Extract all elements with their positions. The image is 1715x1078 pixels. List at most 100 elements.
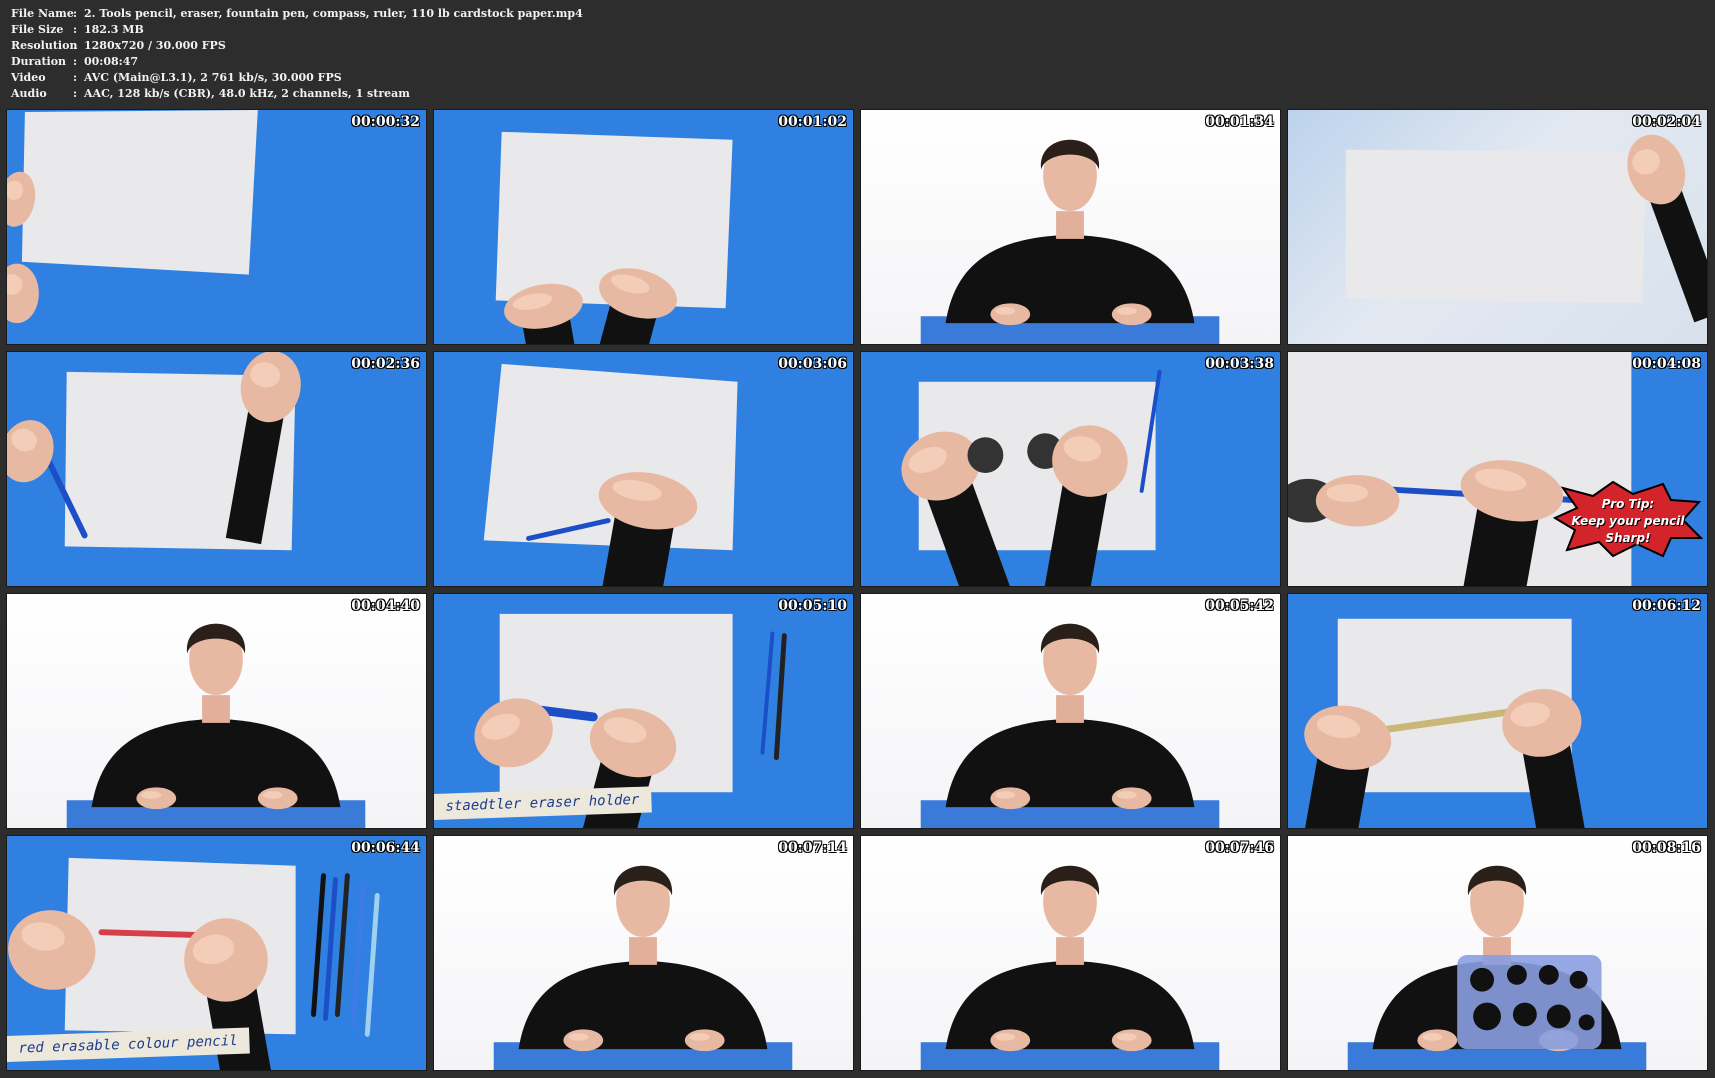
video-thumbnail[interactable]: 00:03:06 [433, 351, 854, 587]
hand [990, 787, 1031, 810]
video-thumbnail[interactable]: 00:02:36 [6, 351, 427, 587]
thumbnail-scene [1294, 618, 1593, 828]
video-thumbnail[interactable]: 00:06:44 red erasable colour pencil [6, 835, 427, 1071]
pencil [773, 633, 787, 761]
thumbnail-timestamp: 00:00:32 [351, 114, 420, 130]
thumbnail-timestamp: 00:02:36 [351, 356, 420, 372]
info-separator: : [73, 87, 78, 100]
info-label: Video [11, 71, 46, 84]
hand [7, 263, 39, 324]
info-value: 2. Tools pencil, eraser, fountain pen, c… [84, 7, 583, 20]
pro-tip-line: Pro Tip: [1601, 497, 1655, 511]
paper-sheet [1345, 149, 1647, 304]
info-label: Audio [11, 87, 47, 100]
hand [1417, 1029, 1458, 1052]
thumbnail-scene [901, 369, 1162, 586]
presenter-neck [1056, 695, 1084, 723]
pencil [350, 883, 366, 1027]
pro-tip-badge: Pro Tip: Keep your pencil Sharp! [1553, 480, 1703, 558]
info-label: Resolution [11, 39, 78, 52]
info-value: 00:08:47 [84, 55, 139, 68]
pro-tip-line: Keep your pencil Sharp! [1571, 514, 1685, 545]
thumbnail-timestamp: 00:05:10 [778, 598, 847, 614]
video-thumbnail[interactable]: 00:07:14 [433, 835, 854, 1071]
template-hole [1538, 964, 1559, 985]
sharpener-part [967, 437, 1004, 473]
template-hole [1569, 970, 1588, 989]
info-separator: : [73, 23, 78, 36]
pencil [760, 631, 775, 755]
presenter-body [945, 960, 1195, 1050]
template-hole [1578, 1014, 1595, 1031]
presenter-neck [202, 695, 230, 723]
thumbnail-scene [493, 865, 793, 1070]
hand [563, 1029, 604, 1052]
thumbnail-scene [7, 352, 301, 551]
thumbnail-timestamp: 00:01:02 [778, 114, 847, 130]
presenter-body [945, 718, 1195, 808]
thumbnail-scene [7, 110, 258, 324]
thumbnail-timestamp: 00:02:04 [1632, 114, 1701, 130]
info-separator: : [73, 55, 78, 68]
video-thumbnail[interactable]: 00:05:10 staedtler eraser holder [433, 593, 854, 829]
hand [136, 787, 177, 810]
info-value: 1280x720 / 30.000 FPS [84, 39, 226, 52]
template-hole [1546, 1004, 1571, 1029]
thumbnail-scene [66, 623, 366, 828]
video-thumbnail[interactable]: 00:07:46 [860, 835, 1281, 1071]
thumbnail-timestamp: 00:06:12 [1632, 598, 1701, 614]
info-separator: : [73, 71, 78, 84]
video-thumbnail[interactable]: 00:02:04 [1287, 109, 1708, 345]
pencil [311, 873, 326, 1017]
video-thumbnail[interactable]: 00:06:12 [1287, 593, 1708, 829]
pencil [364, 893, 380, 1037]
video-thumbnail[interactable]: 00:04:40 [6, 593, 427, 829]
thumbnail-timestamp: 00:07:46 [1205, 840, 1274, 856]
info-row-duration: Duration : 00:08:47 [11, 54, 583, 70]
template-hole [1512, 1002, 1537, 1027]
hand [1111, 303, 1152, 326]
info-row-file-name: File Name : 2. Tools pencil, eraser, fou… [11, 6, 583, 22]
hand [257, 787, 298, 810]
info-label: File Name [11, 7, 74, 20]
info-separator: : [73, 7, 78, 20]
video-thumbnail[interactable]: 00:00:32 [6, 109, 427, 345]
hand [990, 303, 1031, 326]
thumbnail-scene [483, 363, 738, 586]
hand [1315, 474, 1400, 527]
presenter-body [91, 718, 341, 808]
paper-sheet [21, 110, 258, 275]
pro-tip-text: Pro Tip: Keep your pencil Sharp! [1553, 496, 1703, 547]
thumbnail-scene [1345, 134, 1707, 323]
thumbnail-scene [1347, 865, 1647, 1070]
thumbnail-timestamp: 00:07:14 [778, 840, 847, 856]
info-row-file-size: File Size : 182.3 MB [11, 22, 583, 38]
video-thumbnail[interactable]: 00:01:34 [860, 109, 1281, 345]
hand [684, 1029, 725, 1052]
template-hole [1506, 964, 1527, 985]
thumbnail-timestamp: 00:03:38 [1205, 356, 1274, 372]
info-row-resolution: Resolution : 1280x720 / 30.000 FPS [11, 38, 583, 54]
video-thumbnail[interactable]: 00:01:02 [433, 109, 854, 345]
pencil [334, 873, 350, 1017]
thumbnail-timestamp: 00:08:16 [1632, 840, 1701, 856]
video-thumbnail[interactable]: 00:05:42 [860, 593, 1281, 829]
thumbnail-scene [920, 139, 1220, 344]
info-value: AAC, 128 kb/s (CBR), 48.0 kHz, 2 channel… [84, 87, 410, 100]
presenter-body [945, 234, 1195, 324]
pencil [322, 877, 338, 1021]
media-info-panel: File Name : 2. Tools pencil, eraser, fou… [11, 6, 583, 102]
thumbnail-scene [920, 865, 1220, 1070]
thumbnail-timestamp: 00:04:40 [351, 598, 420, 614]
hand [990, 1029, 1031, 1052]
thumbnail-timestamp: 00:04:08 [1632, 356, 1701, 372]
video-thumbnail[interactable]: 00:08:16 [1287, 835, 1708, 1071]
pencil [98, 929, 205, 939]
thumbnail-timestamp: 00:03:06 [778, 356, 847, 372]
info-label: Duration [11, 55, 67, 68]
thumbnail-grid: 00:00:32 00:01:02 00:01:34 00:02:04 00:02:36… [6, 109, 1708, 1071]
template-hole [1473, 1002, 1501, 1031]
thumbnail-scene [920, 623, 1220, 828]
video-thumbnail[interactable]: 00:03:38 [860, 351, 1281, 587]
video-thumbnail[interactable]: 00:04:08 Pro Tip: Keep your pencil Sharp! [1287, 351, 1708, 587]
